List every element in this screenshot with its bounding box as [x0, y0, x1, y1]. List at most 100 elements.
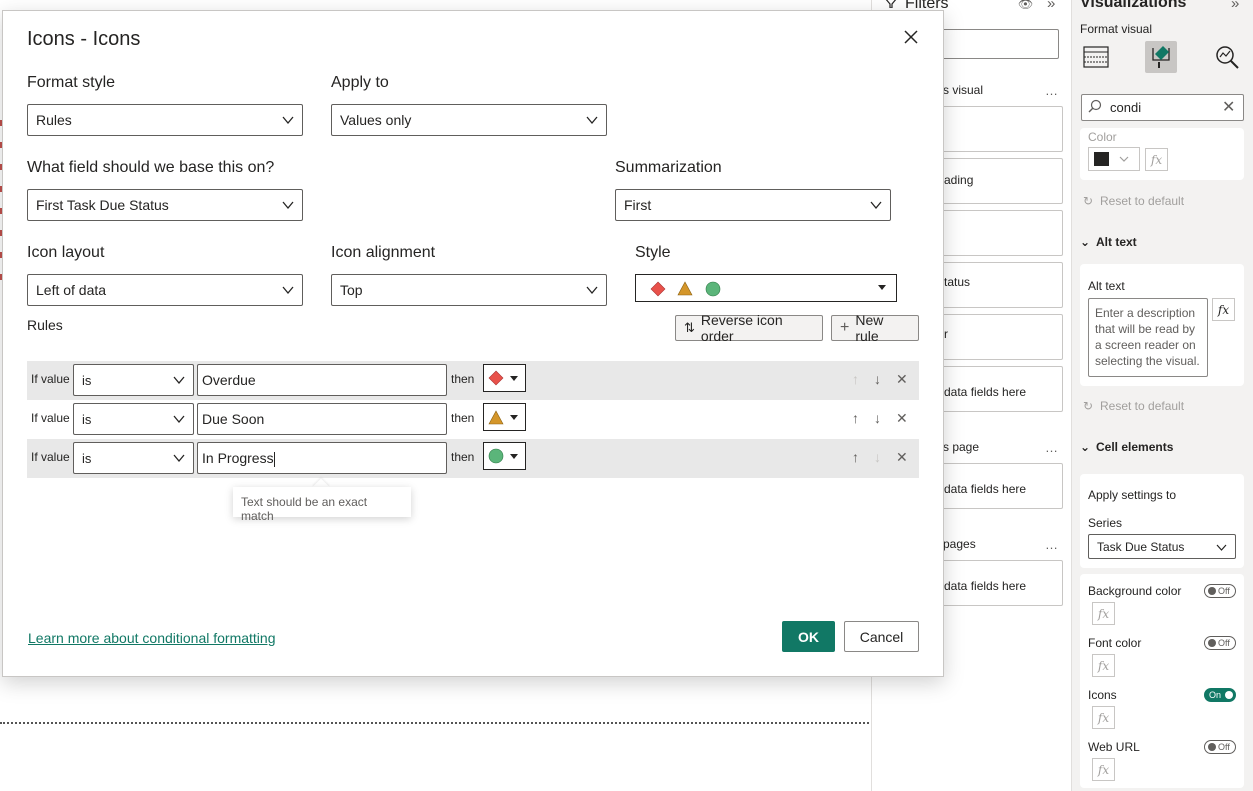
new-rule-button[interactable]: + New rule — [831, 312, 919, 344]
drop-zone-label: data fields here — [944, 482, 1027, 496]
delete-rule-icon[interactable]: ✕ — [896, 371, 908, 388]
then-label: then — [451, 372, 475, 386]
filter-card-label: ading — [944, 173, 974, 187]
collapse-filters-icon[interactable]: » — [1047, 0, 1055, 12]
base-field-value: First Task Due Status — [36, 197, 169, 213]
rule-value-text: In Progress — [202, 450, 274, 466]
fx-icon[interactable]: fx — [1092, 706, 1115, 729]
alt-text-section-header[interactable]: Alt text — [1096, 235, 1137, 249]
icon-alignment-dropdown[interactable]: Top — [331, 274, 607, 306]
color-picker[interactable] — [1088, 147, 1140, 171]
search-icon — [1088, 99, 1102, 113]
move-down-icon[interactable]: ↓ — [874, 449, 881, 465]
style-label: Style — [635, 244, 671, 261]
rule-icon-picker[interactable] — [483, 364, 526, 392]
base-field-label: What field should we base this on? — [27, 159, 275, 176]
exact-match-tooltip: Text should be an exact match — [233, 487, 411, 523]
chevron-down-icon[interactable]: ⌄ — [1080, 440, 1090, 454]
move-up-icon[interactable]: ↑ — [852, 449, 859, 465]
move-up-icon[interactable]: ↑ — [852, 410, 859, 426]
eye-icon[interactable]: 👁 — [1018, 0, 1033, 11]
fx-icon[interactable]: fx — [1092, 758, 1115, 781]
learn-more-link[interactable]: Learn more about conditional formatting — [28, 630, 275, 646]
green-circle-icon — [488, 448, 504, 464]
fx-icon[interactable]: fx — [1212, 298, 1235, 321]
build-visual-tab[interactable] — [1080, 41, 1112, 73]
delete-rule-icon[interactable]: ✕ — [896, 410, 908, 427]
ok-button[interactable]: OK — [782, 621, 835, 652]
rules-label: Rules — [27, 317, 63, 333]
base-field-dropdown[interactable]: First Task Due Status — [27, 189, 303, 221]
chevron-down-icon[interactable]: ⌄ — [1080, 235, 1090, 249]
fx-icon[interactable]: fx — [1092, 654, 1115, 677]
close-icon[interactable] — [903, 29, 919, 45]
delete-rule-icon[interactable]: ✕ — [896, 449, 908, 466]
toggle-state: Off — [1218, 586, 1230, 596]
rule-value-input[interactable]: Due Soon — [197, 403, 447, 435]
chevron-down-icon — [173, 376, 185, 384]
more-options-icon[interactable]: … — [1045, 83, 1059, 98]
move-down-icon[interactable]: ↓ — [874, 371, 881, 387]
yellow-triangle-icon — [677, 281, 693, 296]
move-up-icon[interactable]: ↑ — [852, 371, 859, 387]
toggle-state: On — [1209, 690, 1222, 700]
chevron-down-icon — [282, 286, 294, 294]
green-circle-icon — [705, 281, 721, 297]
rule-operator-value: is — [82, 373, 92, 388]
caret-down-icon — [510, 453, 518, 459]
web-url-toggle[interactable]: Off — [1204, 740, 1236, 754]
more-options-icon[interactable]: … — [1045, 440, 1059, 455]
icon-layout-dropdown[interactable]: Left of data — [27, 274, 303, 306]
reverse-icon-order-label: Reverse icon order — [700, 312, 783, 344]
icon-layout-value: Left of data — [36, 282, 107, 298]
cell-elements-section-header[interactable]: Cell elements — [1096, 440, 1173, 454]
rule-operator-dropdown[interactable]: is — [73, 364, 194, 396]
rule-icon-picker[interactable] — [483, 403, 526, 431]
format-visual-label: Format visual — [1080, 22, 1153, 36]
then-label: then — [451, 450, 475, 464]
apply-to-value: Values only — [340, 112, 412, 128]
rule-operator-dropdown[interactable]: is — [73, 442, 194, 474]
icons-toggle[interactable]: On — [1204, 688, 1236, 702]
format-style-label: Format style — [27, 74, 116, 91]
rule-value-input[interactable]: Overdue — [197, 364, 447, 396]
alt-text-label: Alt text — [1088, 279, 1125, 293]
clear-search-icon[interactable]: ✕ — [1222, 97, 1235, 117]
chevron-down-icon — [586, 286, 598, 294]
series-dropdown[interactable]: Task Due Status — [1088, 534, 1236, 559]
summarization-dropdown[interactable]: First — [615, 189, 891, 221]
filters-on-visual-label: s visual — [943, 83, 984, 97]
reset-icon[interactable]: ↻ — [1083, 194, 1093, 208]
reset-to-default-link[interactable]: Reset to default — [1100, 399, 1184, 413]
move-down-icon[interactable]: ↓ — [874, 410, 881, 426]
rule-icon-picker[interactable] — [483, 442, 526, 470]
viz-search-input[interactable]: condi — [1081, 94, 1244, 121]
fx-icon[interactable]: fx — [1092, 602, 1115, 625]
plus-icon: + — [840, 319, 850, 336]
apply-to-dropdown[interactable]: Values only — [331, 104, 607, 136]
icon-alignment-label: Icon alignment — [331, 244, 436, 261]
chevron-down-icon — [173, 454, 185, 462]
visualizations-title: Visualizations — [1080, 0, 1187, 11]
font-color-toggle[interactable]: Off — [1204, 636, 1236, 650]
more-options-icon[interactable]: … — [1045, 537, 1059, 552]
collapse-visualizations-icon[interactable]: » — [1231, 0, 1239, 12]
canvas-page-border — [0, 722, 869, 724]
rule-value-input[interactable]: In Progress — [197, 442, 447, 474]
reset-icon[interactable]: ↻ — [1083, 399, 1093, 413]
alt-text-textarea[interactable]: Enter a description that will be read by… — [1088, 298, 1208, 377]
icon-style-dropdown[interactable] — [635, 274, 897, 302]
toggle-state: Off — [1218, 742, 1230, 752]
format-style-dropdown[interactable]: Rules — [27, 104, 303, 136]
cancel-button[interactable]: Cancel — [844, 621, 919, 652]
toggle-state: Off — [1218, 638, 1230, 648]
reset-to-default-link[interactable]: Reset to default — [1100, 194, 1184, 208]
format-visual-tab[interactable] — [1145, 41, 1177, 73]
analytics-tab[interactable] — [1211, 41, 1243, 73]
fx-icon[interactable]: fx — [1145, 148, 1168, 171]
background-color-toggle[interactable]: Off — [1204, 584, 1236, 598]
reverse-icon-order-button[interactable]: ⇅ Reverse icon order — [675, 312, 823, 344]
background-color-label: Background color — [1088, 584, 1182, 598]
filter-icon — [885, 0, 897, 8]
rule-operator-dropdown[interactable]: is — [73, 403, 194, 435]
